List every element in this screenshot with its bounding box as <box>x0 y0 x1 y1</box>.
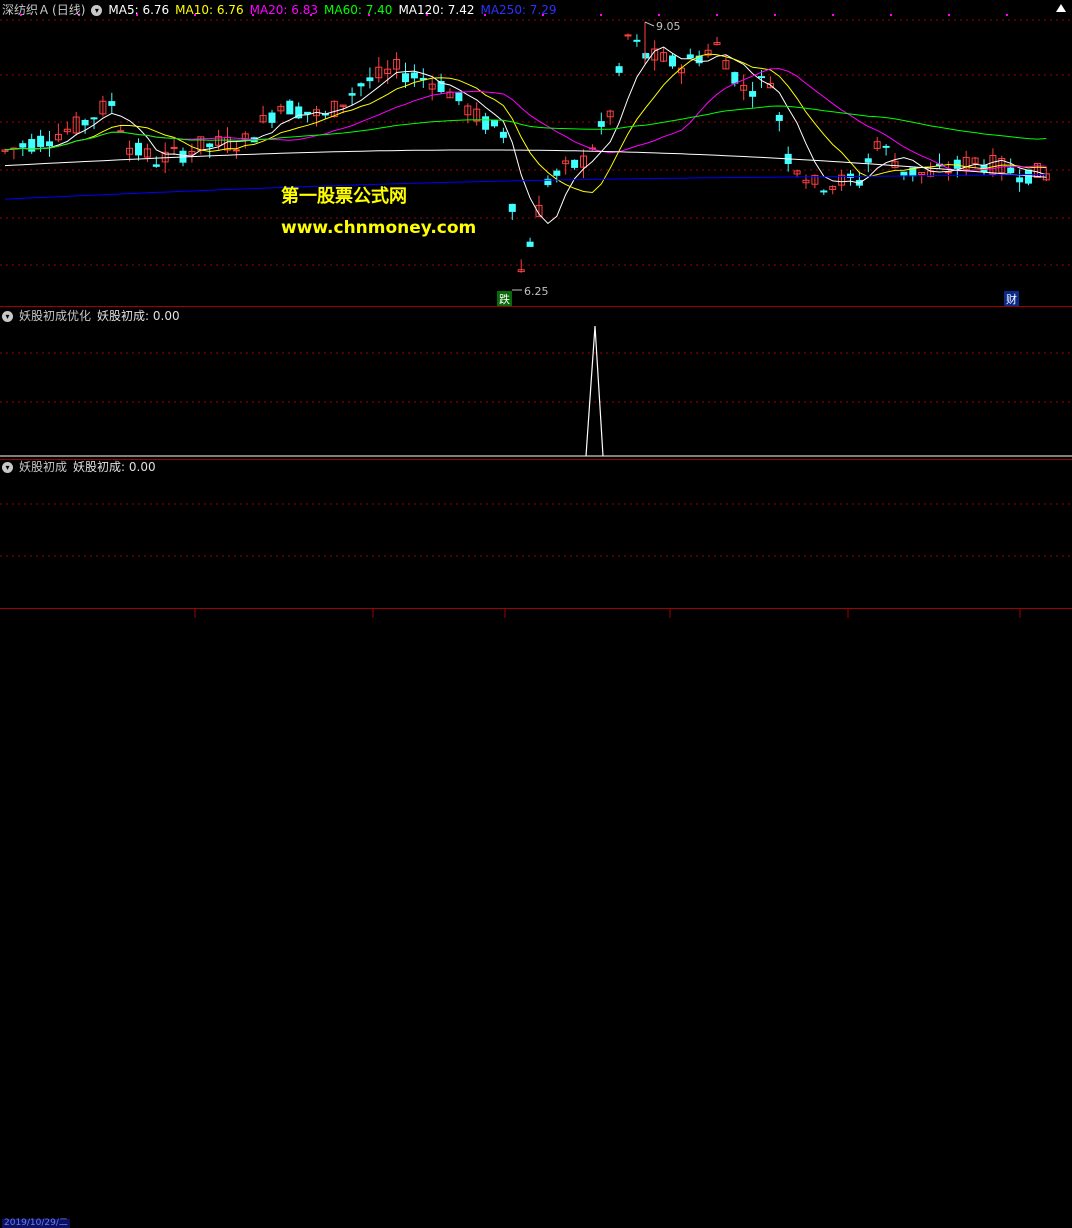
candle-body <box>19 143 27 148</box>
candle-body <box>108 101 116 106</box>
top-marker <box>832 14 834 16</box>
ma5-line <box>4 46 1047 225</box>
top-marker <box>600 14 602 16</box>
low-price-label: 6.25 <box>524 285 549 298</box>
candle-body <box>731 72 739 84</box>
indicator-2-value: 妖股初成: 0.00 <box>73 460 156 474</box>
indicator-pane-1[interactable]: ▾ 妖股初成优化 妖股初成: 0.00 <box>0 306 1072 459</box>
ma10-line <box>4 53 1047 194</box>
ma10-label: MA10: 6.76 <box>175 3 244 17</box>
time-axis-ticks <box>194 609 1021 618</box>
candle-body <box>1025 169 1032 184</box>
candle-body <box>232 149 240 152</box>
candle-body <box>37 135 45 147</box>
high-pointer <box>644 21 655 27</box>
top-marker <box>1006 14 1008 16</box>
candle-body <box>455 92 463 102</box>
circle-chevron-icon[interactable]: ▾ <box>91 4 103 16</box>
candle-body <box>366 77 374 82</box>
indicator-pane-2[interactable]: ▾ 妖股初成 妖股初成: 0.00 <box>0 459 1072 609</box>
ma60-label: MA60: 7.40 <box>324 3 393 17</box>
candle-body <box>81 119 89 126</box>
candle-body <box>820 190 828 193</box>
candle-body <box>304 111 312 115</box>
ma5-label: MA5: 6.76 <box>108 3 170 17</box>
period-label: (日线) <box>52 3 86 17</box>
indicator-1-name: 妖股初成优化 <box>19 309 92 323</box>
top-marker <box>774 14 776 16</box>
candle-body <box>953 159 961 169</box>
circle-chevron-icon[interactable]: ▾ <box>2 461 13 473</box>
candlestick-chart[interactable] <box>0 0 1072 306</box>
top-marker <box>658 14 660 16</box>
candle-body <box>402 73 409 83</box>
candle-body <box>597 121 605 127</box>
time-axis[interactable]: 2019/10/29/二 <box>0 609 1072 1228</box>
candle-body <box>553 170 561 176</box>
ma20-line <box>4 68 1047 172</box>
ma120-line <box>4 149 1047 178</box>
signal-die-badge: 跌 <box>497 291 512 307</box>
ma250-label: MA250: 7.29 <box>480 3 557 17</box>
indicator-2-name: 妖股初成 <box>19 460 68 474</box>
indicator-2-chart[interactable] <box>0 459 1072 609</box>
candle-body <box>686 54 694 59</box>
candle-body <box>135 142 142 156</box>
top-marker <box>716 14 718 16</box>
candle-body <box>775 114 783 121</box>
candle-body <box>46 141 53 147</box>
candle-body <box>357 83 365 87</box>
candle-body <box>1007 167 1015 174</box>
watermark-url: www.chnmoney.com <box>281 218 477 238</box>
candle-body <box>526 241 534 247</box>
main-chart-pane[interactable]: 深纺织Ａ (日线) ▾ MA5: 6.76 MA10: 6.76 MA20: 6… <box>0 0 1072 307</box>
candle-body <box>669 55 676 67</box>
candle-body <box>268 112 276 123</box>
high-price-label: 9.05 <box>656 20 681 33</box>
candle-body <box>491 119 498 127</box>
top-marker <box>948 14 950 16</box>
candle-body <box>117 130 125 133</box>
candle-body <box>348 93 356 96</box>
triangle-up-icon[interactable] <box>1056 4 1066 12</box>
indicator-1-spike <box>585 325 604 457</box>
candle-body <box>642 53 650 59</box>
top-marker <box>890 14 892 16</box>
main-legend: 深纺织Ａ (日线) ▾ MA5: 6.76 MA10: 6.76 MA20: 6… <box>2 2 557 18</box>
candle-body <box>571 159 579 168</box>
candle-body <box>152 164 160 167</box>
candle-body <box>286 100 294 115</box>
indicator-1-value: 妖股初成: 0.00 <box>97 309 180 323</box>
ma60-line <box>4 105 1047 151</box>
candle-body <box>900 171 908 176</box>
indicator-1-legend: ▾ 妖股初成优化 妖股初成: 0.00 <box>2 308 180 324</box>
candle-body <box>882 145 890 148</box>
candle-body <box>758 76 765 79</box>
candle-body <box>1016 177 1024 183</box>
candle-body <box>633 39 641 42</box>
candle-body <box>206 143 214 148</box>
candle-body <box>864 158 872 163</box>
watermark-title: 第一股票公式网 <box>281 186 407 207</box>
candle-body <box>170 146 178 149</box>
candle-body <box>749 91 757 97</box>
circle-chevron-icon[interactable]: ▾ <box>2 310 13 322</box>
candle-body <box>482 116 490 130</box>
stock-name: 深纺织Ａ <box>2 3 51 17</box>
candle-body <box>410 72 418 79</box>
ma20-label: MA20: 6.83 <box>249 3 319 17</box>
candle-body <box>499 131 507 138</box>
candle-body <box>508 203 516 212</box>
indicator-2-legend: ▾ 妖股初成 妖股初成: 0.00 <box>2 459 156 475</box>
signal-cai-badge: 财 <box>1004 291 1019 307</box>
indicator-1-chart[interactable] <box>0 306 1072 459</box>
date-label: 2019/10/29/二 <box>2 1218 70 1228</box>
ma120-label: MA120: 7.42 <box>398 3 475 17</box>
candle-body <box>615 66 623 73</box>
candle-body <box>90 117 98 120</box>
candle-body <box>624 34 632 37</box>
